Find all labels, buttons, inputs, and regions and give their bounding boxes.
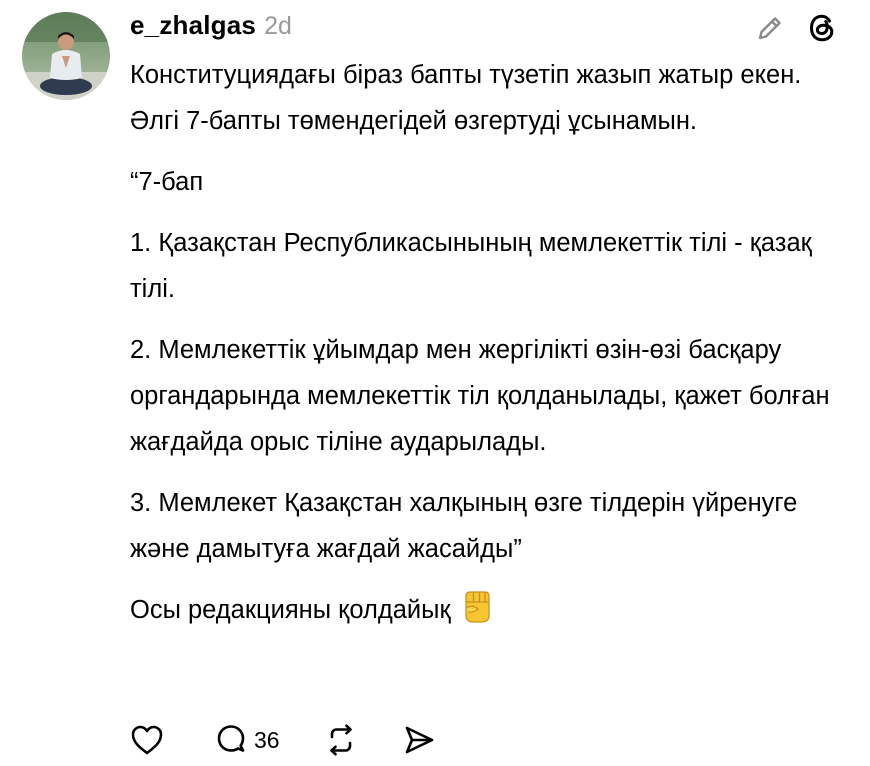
- post-paragraph: 1. Қазақстан Республикасынының мемлекетт…: [130, 229, 812, 303]
- post-paragraph: Осы редакцияны қолдайық: [130, 596, 451, 624]
- username[interactable]: e_zhalgas: [130, 10, 256, 41]
- avatar[interactable]: [22, 12, 110, 100]
- post-paragraph: 3. Мемлекет Қазақстан халқының өзге тілд…: [130, 489, 798, 563]
- comment-icon: [217, 725, 245, 752]
- raised-fist-emoji-icon: [461, 590, 493, 639]
- avatar-image: [22, 12, 110, 100]
- reply-button[interactable]: 36: [214, 718, 280, 762]
- like-button[interactable]: [130, 718, 170, 762]
- post-body: Конституциядағы біраз бапты түзетіп жазы…: [130, 52, 850, 654]
- post-actions: 36: [130, 718, 436, 762]
- threads-logo-icon[interactable]: [804, 10, 840, 46]
- heart-icon: [131, 725, 163, 755]
- post-paragraph: “7-бап: [130, 168, 204, 196]
- timestamp: 2d: [264, 12, 292, 40]
- reply-count: 36: [254, 726, 280, 753]
- share-button[interactable]: [402, 718, 436, 762]
- repost-icon: [329, 724, 352, 756]
- pencil-icon[interactable]: [752, 10, 788, 46]
- post-paragraph: Конституциядағы біраз бапты түзетіп жазы…: [130, 61, 802, 135]
- post-header: e_zhalgas 2d: [130, 10, 292, 44]
- send-icon: [405, 726, 433, 754]
- post-closing-line: Осы редакцияны қолдайық: [130, 587, 850, 639]
- post-paragraph: 2. Мемлекеттік ұйымдар мен жергілікті өз…: [130, 336, 830, 456]
- repost-button[interactable]: [324, 718, 358, 762]
